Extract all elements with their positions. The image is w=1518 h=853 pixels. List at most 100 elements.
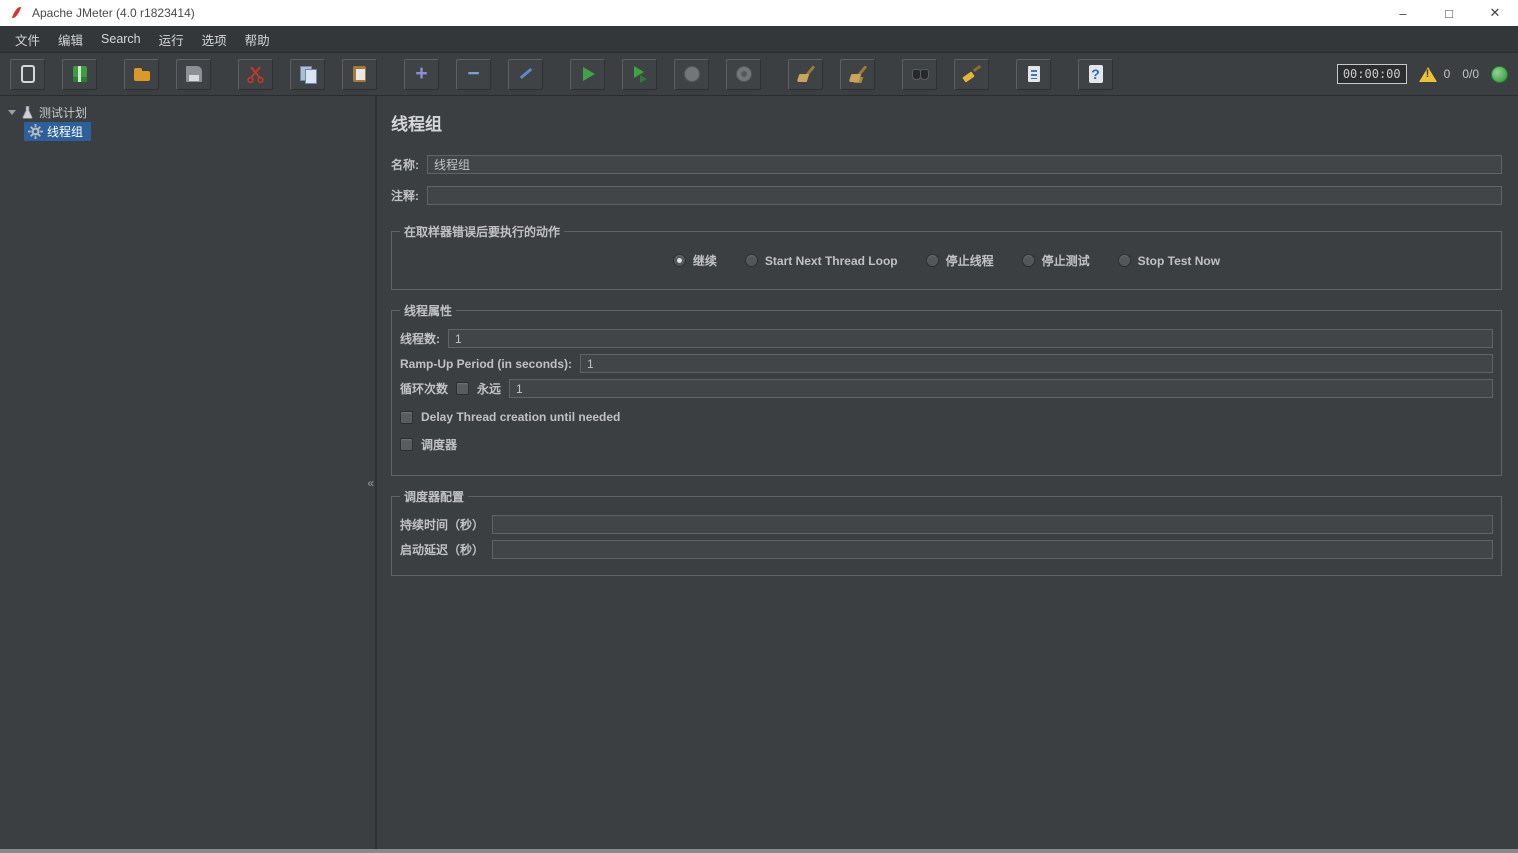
templates-button[interactable] [62, 59, 97, 90]
jmeter-feather-icon [10, 5, 24, 21]
start-no-pauses-button[interactable] [622, 59, 657, 90]
page-title: 线程组 [391, 110, 1502, 135]
comment-label: 注释: [391, 187, 419, 204]
shutdown-button[interactable] [726, 59, 761, 90]
scheduler-checkbox[interactable] [400, 438, 413, 451]
rampup-input[interactable] [580, 354, 1493, 373]
radio-option-stop-test-now[interactable]: Stop Test Now [1118, 254, 1220, 268]
startup-delay-input[interactable] [492, 540, 1493, 559]
error-action-title: 在取样器错误后要执行的动作 [400, 223, 564, 240]
toggle-button[interactable] [508, 59, 543, 90]
delay-creation-checkbox[interactable] [400, 411, 413, 424]
scheduler-row: 调度器 [400, 436, 1493, 453]
paste-clipboard-icon [350, 64, 370, 84]
copy-button[interactable] [290, 59, 325, 90]
clear-search-icon [962, 64, 982, 84]
splitter-collapse-handle[interactable]: « [367, 476, 374, 490]
threads-input[interactable] [448, 329, 1493, 348]
radio-stop-thread-icon [926, 254, 939, 267]
menu-options[interactable]: 选项 [193, 26, 236, 53]
clear-all-button[interactable] [840, 59, 875, 90]
close-button[interactable]: ✕ [1472, 0, 1518, 26]
loop-count-label: 循环次数 [400, 380, 448, 397]
expander-arrow-icon[interactable] [5, 110, 19, 115]
toggle-icon [516, 64, 536, 84]
loop-count-input[interactable] [509, 379, 1493, 398]
new-file-icon [18, 64, 38, 84]
search-button[interactable] [902, 59, 937, 90]
menu-run[interactable]: 运行 [150, 26, 193, 53]
minimize-button[interactable]: – [1380, 0, 1426, 26]
threads-row: 线程数: [400, 329, 1493, 348]
thread-properties-title: 线程属性 [400, 302, 456, 319]
new-button[interactable] [10, 59, 45, 90]
toolbar-status: 00:00:00 0 0/0 [1337, 64, 1508, 84]
tree-item-label: 线程组 [47, 123, 83, 140]
copy-icon [298, 64, 318, 84]
cut-button[interactable] [238, 59, 273, 90]
window-controls: – □ ✕ [1380, 0, 1518, 26]
add-button[interactable]: + [404, 59, 439, 90]
comment-row: 注释: [391, 186, 1502, 205]
menu-search[interactable]: Search [92, 28, 150, 50]
remove-button[interactable]: − [456, 59, 491, 90]
menu-help[interactable]: 帮助 [236, 26, 279, 53]
stop-button[interactable] [674, 59, 709, 90]
help-question-glyph: ? [1086, 64, 1106, 84]
tree-item-thread-group[interactable]: 线程组 [0, 122, 375, 141]
save-button[interactable] [176, 59, 211, 90]
error-action-options: 继续 Start Next Thread Loop 停止线程 停止测试 [400, 244, 1493, 279]
radio-label: Start Next Thread Loop [765, 254, 898, 268]
delay-creation-row: Delay Thread creation until needed [400, 410, 1493, 424]
scheduler-label: 调度器 [421, 436, 457, 453]
radio-label: 继续 [693, 252, 717, 269]
test-plan-tree: 测试计划 线程组 « [0, 96, 377, 849]
stop-icon [682, 64, 702, 84]
jmeter-window: Apache JMeter (4.0 r1823414) – □ ✕ 文件 编辑… [0, 0, 1518, 853]
titlebar: Apache JMeter (4.0 r1823414) – □ ✕ [0, 0, 1518, 26]
maximize-button[interactable]: □ [1426, 0, 1472, 26]
help-button[interactable]: ? [1078, 59, 1113, 90]
radio-label: 停止线程 [946, 252, 994, 269]
radio-option-stop-thread[interactable]: 停止线程 [926, 252, 994, 269]
log-errors-indicator[interactable]: 0 [1419, 67, 1451, 82]
shutdown-icon [734, 64, 754, 84]
cut-scissors-icon [246, 64, 266, 84]
error-action-group: 在取样器错误后要执行的动作 继续 Start Next Thread Loop … [391, 223, 1502, 290]
error-count: 0 [1444, 67, 1451, 81]
help-icon: ? [1086, 64, 1106, 84]
radio-start-next-loop-icon [745, 254, 758, 267]
startup-delay-row: 启动延迟（秒） [400, 540, 1493, 559]
menu-file[interactable]: 文件 [6, 26, 49, 53]
rampup-row: Ramp-Up Period (in seconds): [400, 354, 1493, 373]
tree-item-label: 测试计划 [39, 104, 87, 121]
tree-item-test-plan[interactable]: 测试计划 [0, 103, 375, 122]
radio-option-continue[interactable]: 继续 [673, 252, 717, 269]
window-title: Apache JMeter (4.0 r1823414) [32, 6, 195, 20]
open-folder-icon [132, 64, 152, 84]
radio-stop-test-now-icon [1118, 254, 1131, 267]
selected-tree-item[interactable]: 线程组 [24, 122, 91, 141]
radio-option-start-next-loop[interactable]: Start Next Thread Loop [745, 254, 898, 268]
duration-label: 持续时间（秒） [400, 516, 484, 533]
window-bottom-edge [0, 849, 1518, 853]
duration-input[interactable] [492, 515, 1493, 534]
start-button[interactable] [570, 59, 605, 90]
function-helper-button[interactable] [1016, 59, 1051, 90]
test-status-icon [1491, 66, 1508, 83]
open-button[interactable] [124, 59, 159, 90]
clear-button[interactable] [788, 59, 823, 90]
thread-group-panel: 线程组 名称: 注释: 在取样器错误后要执行的动作 继续 [377, 96, 1518, 849]
start-no-pauses-icon [630, 64, 650, 84]
name-input[interactable] [427, 155, 1502, 174]
menu-edit[interactable]: 编辑 [49, 26, 92, 53]
radio-continue-icon [673, 254, 686, 267]
clear-search-button[interactable] [954, 59, 989, 90]
toolbar: + − ? 00:00:00 0 0/0 [0, 53, 1518, 96]
paste-button[interactable] [342, 59, 377, 90]
forever-checkbox[interactable] [456, 382, 469, 395]
comment-input[interactable] [427, 186, 1502, 205]
radio-option-stop-test[interactable]: 停止测试 [1022, 252, 1090, 269]
start-play-icon [578, 64, 598, 84]
forever-label: 永远 [477, 380, 501, 397]
